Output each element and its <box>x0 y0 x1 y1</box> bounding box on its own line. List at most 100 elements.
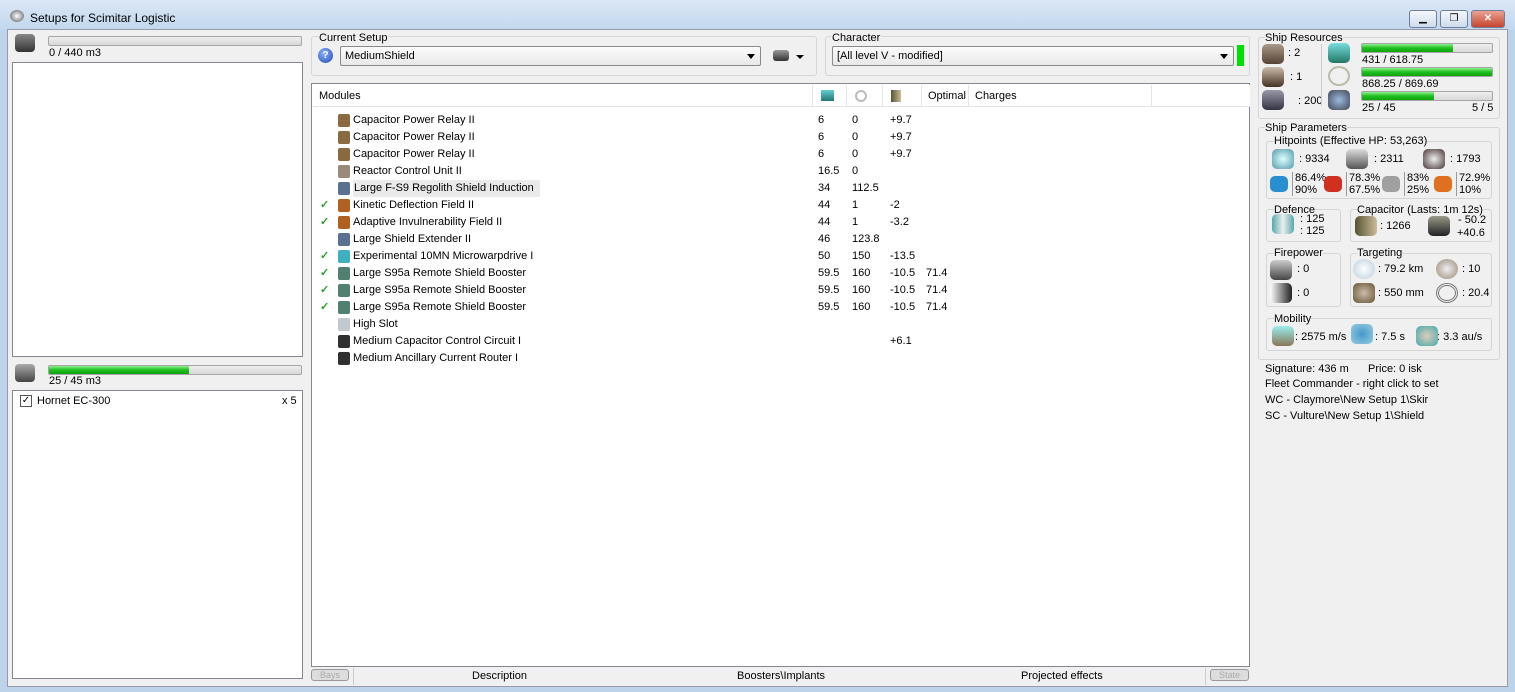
module-cpu: 59.5 <box>818 301 840 313</box>
cpu-value: 431 / 618.75 <box>1362 54 1424 66</box>
module-cpu: 16.5 <box>818 165 840 177</box>
resist-value-a: 72.9% <box>1459 172 1491 184</box>
max-targets: : 10 <box>1462 263 1481 275</box>
module-icon <box>338 335 350 348</box>
modules-header: Modules Optimal Charges <box>313 85 1250 107</box>
module-powergrid: 160 <box>852 267 871 279</box>
module-capacitor: +9.7 <box>890 148 912 160</box>
module-row[interactable]: ✓ Experimental 10MN Microwarpdrive I 50 150… <box>312 248 1247 265</box>
module-row[interactable]: ✓ Adaptive Invulnerability Field II 44 1 -3.… <box>312 214 1247 231</box>
module-row[interactable]: Capacitor Power Relay II 6 0 +9.7 <box>312 129 1247 146</box>
drone-list[interactable]: ✓ Hornet EC-300 x 5 <box>12 390 303 679</box>
module-optimal: 71.4 <box>926 267 948 279</box>
active-check-icon: ✓ <box>320 301 330 313</box>
module-capacitor: -3.2 <box>890 216 909 228</box>
col-cpu[interactable] <box>813 85 847 107</box>
cargo-icon <box>15 34 35 52</box>
active-check-icon: ✓ <box>320 216 330 228</box>
resist-icon <box>1324 176 1342 192</box>
warp-speed-icon <box>1416 326 1438 346</box>
hull-icon <box>1423 149 1445 169</box>
module-cpu: 34 <box>818 182 831 194</box>
module-row[interactable]: Large Shield Extender II 46 123.8 <box>312 231 1247 248</box>
ship-menu-chevron-icon[interactable] <box>796 55 804 63</box>
speed-icon <box>1272 326 1294 346</box>
cargo-list[interactable] <box>12 62 303 357</box>
character-select[interactable]: [All level V - modified] <box>832 46 1234 66</box>
fleet-commander[interactable]: Fleet Commander - right click to set <box>1265 378 1439 390</box>
module-row[interactable]: Large F-S9 Regolith Shield Induction 34 11… <box>312 180 1247 197</box>
module-cpu: 6 <box>818 114 825 126</box>
module-row[interactable]: Capacitor Power Relay II 6 0 +9.7 <box>312 146 1247 163</box>
resist-value-b: 90% <box>1295 184 1318 196</box>
modules-list[interactable]: Modules Optimal Charges Capacitor Power … <box>311 83 1250 667</box>
calibration-value: : 200 <box>1298 95 1323 107</box>
module-icon <box>338 301 350 314</box>
resist-values: 86.4% 90% <box>1292 172 1326 196</box>
module-row[interactable]: ✓ Large S95a Remote Shield Booster 59.5 160… <box>312 282 1247 299</box>
col-capacitor[interactable] <box>883 85 922 107</box>
module-powergrid: 160 <box>852 301 871 313</box>
help-icon[interactable]: ? <box>318 48 333 63</box>
module-name: Capacitor Power Relay II <box>353 131 475 143</box>
module-row[interactable]: ✓ Kinetic Deflection Field II 44 1 -2 <box>312 197 1247 214</box>
module-row[interactable]: Capacitor Power Relay II 6 0 +9.7 <box>312 112 1247 129</box>
max-targets-icon <box>1436 259 1458 279</box>
resist-values: 78.3% 67.5% <box>1346 172 1380 196</box>
sensor-strength-icon <box>1436 283 1458 303</box>
title-bar[interactable] <box>0 0 1515 30</box>
capacitor-regen: +40.6 <box>1457 227 1485 239</box>
drone-checkbox[interactable]: ✓ <box>20 395 32 407</box>
minimize-button[interactable]: ▁ <box>1409 10 1437 28</box>
module-cpu: 44 <box>818 199 831 211</box>
module-powergrid: 0 <box>852 165 859 177</box>
setup-select[interactable]: MediumShield <box>340 46 761 66</box>
module-icon <box>338 233 350 246</box>
close-button[interactable]: ✕ <box>1471 10 1505 28</box>
module-name: Experimental 10MN Microwarpdrive I <box>353 250 534 262</box>
module-row[interactable]: ✓ Large S95a Remote Shield Booster 59.5 160… <box>312 265 1247 282</box>
window-title: Setups for Scimitar Logistic <box>30 11 176 25</box>
col-optimal[interactable]: Optimal <box>922 85 969 107</box>
module-row[interactable]: High Slot <box>312 316 1247 333</box>
maximize-button[interactable]: ❐ <box>1440 10 1468 28</box>
resist-values: 72.9% 10% <box>1456 172 1490 196</box>
col-charges[interactable]: Charges <box>969 85 1152 107</box>
module-row[interactable]: Medium Ancillary Current Router I <box>312 350 1247 367</box>
col-powergrid[interactable] <box>847 85 883 107</box>
tab-boosters-implants[interactable]: Boosters\Implants <box>737 670 825 682</box>
turret-icon <box>1262 44 1284 64</box>
col-modules[interactable]: Modules <box>313 85 813 107</box>
module-cpu: 6 <box>818 131 825 143</box>
module-row[interactable]: Reactor Control Unit II 16.5 0 <box>312 163 1247 180</box>
defence-value-1: : 125 <box>1300 213 1325 225</box>
bays-button[interactable]: Bays <box>311 669 349 681</box>
module-icon <box>338 352 350 365</box>
module-icon <box>338 250 350 263</box>
powergrid-icon <box>1328 66 1350 86</box>
ship-menu-icon[interactable] <box>773 50 789 61</box>
resist-value-b: 10% <box>1459 184 1482 196</box>
turret-dps: : 0 <box>1297 263 1310 275</box>
tab-projected-effects[interactable]: Projected effects <box>1021 670 1103 682</box>
drone-bandwidth-value: 25 / 45 <box>1362 102 1396 114</box>
cargo-bar <box>48 36 302 46</box>
sensor-strength: : 20.4 <box>1462 287 1490 299</box>
wing-commander[interactable]: WC - Claymore\New Setup 1\Skir <box>1265 394 1428 406</box>
powergrid-bar <box>1361 67 1493 77</box>
state-button[interactable]: State <box>1210 669 1249 681</box>
warp-speed: : 3.3 au/s <box>1437 331 1483 343</box>
module-row[interactable]: ✓ Large S95a Remote Shield Booster 59.5 160… <box>312 299 1247 316</box>
squad-commander[interactable]: SC - Vulture\New Setup 1\Shield <box>1265 410 1424 422</box>
active-check-icon: ✓ <box>320 199 330 211</box>
drones-active: 5 / 5 <box>1472 102 1494 114</box>
armor-hp: : 2311 <box>1374 153 1404 165</box>
module-row[interactable]: Medium Capacitor Control Circuit I +6.1 <box>312 333 1247 350</box>
module-powergrid: 0 <box>852 131 859 143</box>
turret-dps-icon <box>1270 260 1292 280</box>
tab-description[interactable]: Description <box>472 670 527 682</box>
launcher-slots: : 1 <box>1290 71 1303 83</box>
module-capacitor: +9.7 <box>890 114 912 126</box>
module-capacitor: -13.5 <box>890 250 916 262</box>
targeting-title: Targeting <box>1357 247 1403 259</box>
